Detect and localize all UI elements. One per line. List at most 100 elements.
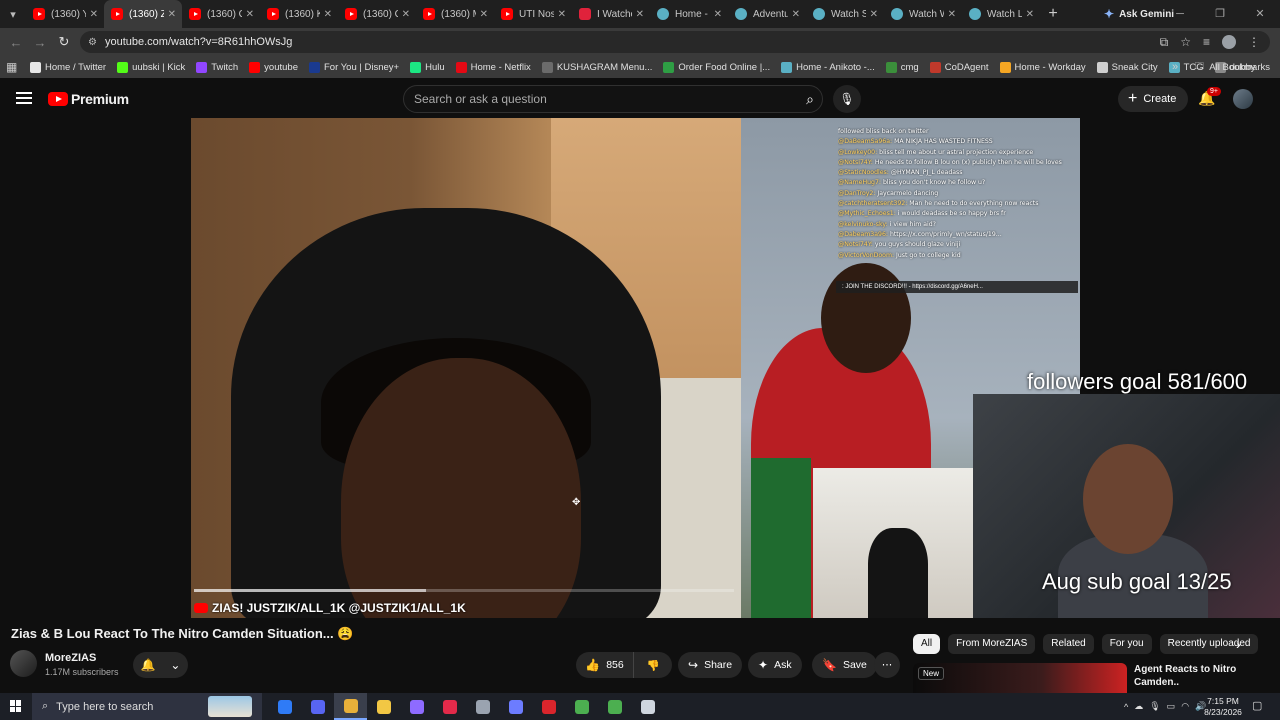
dislike-button[interactable]: 👎	[634, 652, 672, 678]
minimize-icon[interactable]: ─	[1160, 0, 1200, 28]
browser-tab[interactable]: Home - ✕	[650, 0, 728, 28]
taskbar-app-discord-ish[interactable]	[301, 693, 334, 720]
close-tab-icon[interactable]: ✕	[636, 9, 644, 20]
new-tab-button[interactable]: +	[1040, 5, 1066, 23]
close-tab-icon[interactable]: ✕	[792, 9, 800, 20]
create-button[interactable]: + Create	[1118, 86, 1189, 112]
bookmark-item[interactable]: Home - Anikoto -...	[781, 61, 875, 73]
bookmark-item[interactable]: Home / Twitter	[30, 61, 106, 73]
url-field[interactable]: ⚙ youtube.com/watch?v=8R61hhOWsJg ⧉ ☆ ≡ …	[80, 31, 1270, 53]
taskbar-app-chrome2[interactable]	[565, 693, 598, 720]
channel-name[interactable]: MoreZIAS	[45, 652, 96, 664]
video-player[interactable]: followed bliss back on twitter @DaBeamSa9…	[191, 118, 1080, 618]
close-tab-icon[interactable]: ✕	[324, 9, 332, 20]
channel-avatar[interactable]	[10, 650, 37, 677]
filter-chip[interactable]: Related	[1043, 634, 1094, 654]
bookmark-item[interactable]: Sneak City	[1096, 61, 1158, 73]
taskbar-app-pdf[interactable]	[532, 693, 565, 720]
browser-tab[interactable]: UTI Nos ✕	[494, 0, 572, 28]
more-bookmarks-icon[interactable]: »	[1172, 56, 1178, 78]
browser-tab[interactable]: (1360) M ✕	[416, 0, 494, 28]
apps-grid-icon[interactable]: ▦	[6, 60, 20, 74]
browser-tab[interactable]: (1360) Ki ✕	[260, 0, 338, 28]
close-window-icon[interactable]: ✕	[1240, 0, 1280, 28]
account-avatar[interactable]	[1233, 89, 1253, 109]
install-app-icon[interactable]: ⧉	[1160, 35, 1169, 50]
recommended-thumbnail[interactable]	[913, 663, 1127, 693]
close-tab-icon[interactable]: ✕	[402, 9, 410, 20]
share-button[interactable]: ↪ Share	[678, 652, 743, 678]
forward-icon[interactable]: →	[28, 35, 52, 50]
taskbar-clock[interactable]: 7:15 PM 8/23/2026	[1200, 696, 1246, 718]
video-progress-bar[interactable]	[194, 589, 734, 592]
youtube-logo[interactable]: Premium	[48, 91, 129, 107]
browser-tab[interactable]: Watch L ✕	[962, 0, 1040, 28]
bookmark-item[interactable]: cmg	[885, 61, 919, 73]
notification-center-icon[interactable]: ▢	[1252, 699, 1262, 712]
close-tab-icon[interactable]: ✕	[246, 9, 254, 20]
bookmark-item[interactable]: CoDAgent	[929, 61, 989, 73]
close-tab-icon[interactable]: ✕	[480, 9, 488, 20]
close-tab-icon[interactable]: ✕	[558, 9, 566, 20]
browser-tab[interactable]: (1360) C ✕	[338, 0, 416, 28]
media-controls-icon[interactable]: ≡	[1203, 35, 1210, 49]
close-tab-icon[interactable]: ✕	[90, 9, 98, 20]
browser-tab[interactable]: (1360) Yo ✕	[26, 0, 104, 28]
taskbar-app-chrome[interactable]	[334, 693, 367, 720]
taskbar-app-steam[interactable]	[466, 693, 499, 720]
more-actions-icon[interactable]: ⋯	[874, 652, 900, 678]
menu-kebab-icon[interactable]: ⋮	[1248, 35, 1260, 49]
browser-tab[interactable]: (1360) Zi ✕	[104, 0, 182, 28]
restore-icon[interactable]: ❐	[1200, 0, 1240, 28]
back-icon[interactable]: ←	[4, 35, 28, 50]
bookmark-item[interactable]: KUSHAGRAM Menu...	[541, 61, 652, 73]
bookmark-item[interactable]: Hulu	[410, 61, 445, 73]
windows-start-icon[interactable]	[10, 700, 22, 712]
close-tab-icon[interactable]: ✕	[1026, 9, 1034, 20]
bookmark-item[interactable]: youtube	[249, 61, 298, 73]
browser-tab[interactable]: Watch W ✕	[884, 0, 962, 28]
tray-chevron-icon[interactable]: ^	[1124, 702, 1128, 712]
browser-tab[interactable]: (1360) C ✕	[182, 0, 260, 28]
browser-tab[interactable]: Adventu ✕	[728, 0, 806, 28]
taskbar-app-chrome3[interactable]	[598, 693, 631, 720]
ask-button[interactable]: ✦ Ask	[748, 652, 802, 678]
filter-chip[interactable]: Recently uploaded	[1159, 634, 1259, 654]
bookmark-star-icon[interactable]: ☆	[1180, 35, 1191, 49]
taskbar-search-input[interactable]: ⌕ Type here to search	[32, 693, 262, 720]
search-input[interactable]: Search or ask a question ⌕	[403, 85, 823, 113]
site-info-icon[interactable]: ⚙	[88, 37, 97, 48]
like-button[interactable]: 👍 856	[576, 652, 634, 678]
bookmark-item[interactable]: Home - Netflix	[455, 61, 531, 73]
subscribed-bell-button[interactable]: 🔔 ⌄	[133, 652, 188, 678]
bookmark-item[interactable]: Twitch	[196, 61, 238, 73]
close-tab-icon[interactable]: ✕	[948, 9, 956, 20]
profile-icon[interactable]	[1222, 35, 1236, 49]
microphone-tray-icon[interactable]: 🎙	[1149, 701, 1160, 712]
bookmark-item[interactable]: For You | Disney+	[308, 61, 399, 73]
search-icon[interactable]: ⌕	[806, 91, 814, 108]
browser-tab[interactable]: Watch S ✕	[806, 0, 884, 28]
all-bookmarks-button[interactable]: 🗀 All Bookmarks	[1195, 56, 1270, 78]
filter-chip[interactable]: For you	[1101, 634, 1152, 654]
close-tab-icon[interactable]: ✕	[168, 9, 176, 20]
wifi-icon[interactable]: ◠	[1181, 701, 1189, 712]
bookmark-item[interactable]: Home - Workday	[999, 61, 1086, 73]
taskbar-app-game[interactable]	[400, 693, 433, 720]
close-tab-icon[interactable]: ✕	[870, 9, 878, 20]
menu-icon[interactable]	[16, 92, 32, 104]
filter-chip[interactable]: All	[913, 634, 941, 654]
microphone-icon[interactable]: 🎙	[833, 85, 861, 113]
taskbar-app-clock[interactable]	[631, 693, 664, 720]
bookmark-item[interactable]: Order Food Online |...	[663, 61, 770, 73]
close-tab-icon[interactable]: ✕	[714, 9, 722, 20]
taskbar-app-app[interactable]	[499, 693, 532, 720]
bookmark-item[interactable]: uubski | Kick	[117, 61, 185, 73]
tab-search-icon[interactable]: ▾	[0, 0, 26, 28]
save-button[interactable]: 🔖 Save	[812, 652, 877, 678]
chevron-right-icon[interactable]: ›	[1236, 636, 1241, 652]
network-icon[interactable]: ☁	[1134, 701, 1143, 712]
recommended-title[interactable]: Agent Reacts to Nitro Camden..	[1134, 663, 1264, 689]
filter-chip[interactable]: From MoreZIAS	[948, 634, 1036, 654]
taskbar-app-media[interactable]	[433, 693, 466, 720]
